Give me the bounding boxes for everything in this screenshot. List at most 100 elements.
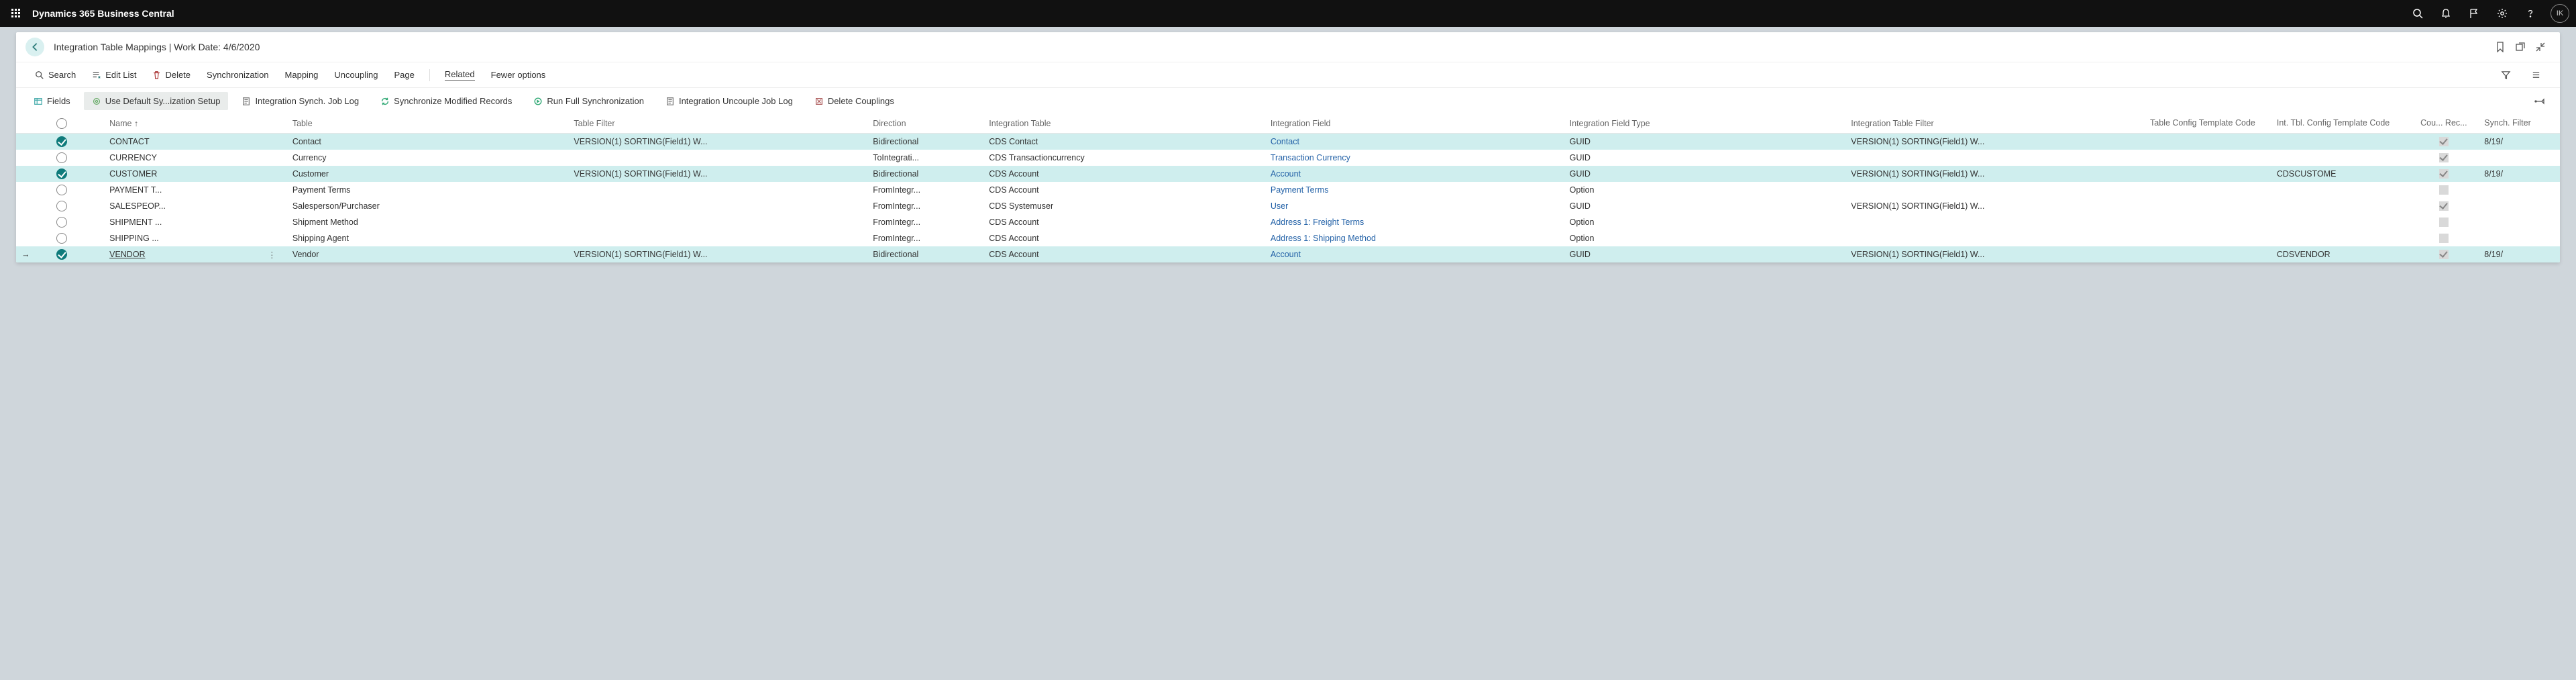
couple-checkbox[interactable] bbox=[2439, 234, 2449, 243]
row-select-checkbox[interactable] bbox=[56, 185, 67, 195]
notifications-icon[interactable] bbox=[2434, 1, 2458, 26]
popout-icon[interactable] bbox=[2510, 37, 2530, 57]
user-avatar[interactable]: IK bbox=[2551, 4, 2569, 23]
list-view-toggle[interactable] bbox=[2524, 67, 2548, 83]
run-full-sync-action[interactable]: Run Full Synchronization bbox=[525, 92, 652, 110]
table-row[interactable]: →VENDOR⋮VendorVERSION(1) SORTING(Field1)… bbox=[16, 246, 2560, 262]
col-name[interactable]: Name ↑ bbox=[104, 114, 262, 134]
cell-name[interactable]: SALESPEOP... bbox=[104, 198, 262, 214]
cell-int_field[interactable]: Address 1: Shipping Method bbox=[1265, 230, 1564, 246]
couple-checkbox[interactable] bbox=[2439, 169, 2449, 179]
table-row[interactable]: SALESPEOP...Salesperson/PurchaserFromInt… bbox=[16, 198, 2560, 214]
row-actions-icon[interactable] bbox=[262, 230, 287, 246]
delete-action[interactable]: Delete bbox=[146, 67, 197, 83]
couple-checkbox[interactable] bbox=[2439, 137, 2449, 146]
pin-ribbon-icon[interactable] bbox=[2529, 94, 2551, 109]
uncouple-log-action[interactable]: Integration Uncouple Job Log bbox=[657, 92, 801, 110]
settings-gear-icon[interactable] bbox=[2490, 1, 2514, 26]
sync-modified-action[interactable]: Synchronize Modified Records bbox=[372, 92, 520, 110]
select-all-checkbox[interactable] bbox=[56, 118, 67, 129]
cell-couple-records[interactable] bbox=[2408, 246, 2479, 262]
row-select-checkbox[interactable] bbox=[56, 152, 67, 163]
row-select-checkbox[interactable] bbox=[56, 249, 67, 260]
cell-couple-records[interactable] bbox=[2408, 230, 2479, 246]
table-row[interactable]: SHIPMENT ...Shipment MethodFromIntegr...… bbox=[16, 214, 2560, 230]
cell-couple-records[interactable] bbox=[2408, 166, 2479, 182]
cell-int_field[interactable]: Transaction Currency bbox=[1265, 150, 1564, 166]
row-select-checkbox[interactable] bbox=[56, 136, 67, 147]
table-row[interactable]: SHIPPING ...Shipping AgentFromIntegr...C… bbox=[16, 230, 2560, 246]
cell-int_field[interactable]: Payment Terms bbox=[1265, 182, 1564, 198]
col-table-filter[interactable]: Table Filter bbox=[568, 114, 867, 134]
synchronization-menu[interactable]: Synchronization bbox=[200, 67, 276, 83]
cell-name[interactable]: SHIPPING ... bbox=[104, 230, 262, 246]
delete-couplings-action[interactable]: Delete Couplings bbox=[806, 92, 902, 110]
col-direction[interactable]: Direction bbox=[867, 114, 983, 134]
row-actions-icon[interactable] bbox=[262, 198, 287, 214]
table-row[interactable]: CUSTOMERCustomerVERSION(1) SORTING(Field… bbox=[16, 166, 2560, 182]
cell-name[interactable]: CONTACT bbox=[104, 134, 262, 150]
row-actions-icon[interactable] bbox=[262, 134, 287, 150]
row-actions-icon[interactable] bbox=[262, 182, 287, 198]
back-button[interactable] bbox=[25, 38, 44, 56]
flag-icon[interactable] bbox=[2462, 1, 2486, 26]
col-tct[interactable]: Table Config Template Code bbox=[2145, 114, 2271, 134]
couple-checkbox[interactable] bbox=[2439, 185, 2449, 195]
table-row[interactable]: CURRENCYCurrencyToIntegrati...CDS Transa… bbox=[16, 150, 2560, 166]
cell-couple-records[interactable] bbox=[2408, 182, 2479, 198]
related-menu[interactable]: Related bbox=[438, 66, 482, 83]
col-cou[interactable]: Cou... Rec... bbox=[2408, 114, 2479, 134]
cell-int_field[interactable]: Account bbox=[1265, 166, 1564, 182]
cell-tct bbox=[2145, 198, 2271, 214]
row-select-checkbox[interactable] bbox=[56, 201, 67, 211]
cell-couple-records[interactable] bbox=[2408, 214, 2479, 230]
row-actions-icon[interactable] bbox=[262, 214, 287, 230]
couple-checkbox[interactable] bbox=[2439, 250, 2449, 259]
cell-couple-records[interactable] bbox=[2408, 134, 2479, 150]
cell-name[interactable]: SHIPMENT ... bbox=[104, 214, 262, 230]
couple-checkbox[interactable] bbox=[2439, 201, 2449, 211]
cell-int_field[interactable]: Contact bbox=[1265, 134, 1564, 150]
col-int-field[interactable]: Integration Field bbox=[1265, 114, 1564, 134]
cell-int_field[interactable]: Account bbox=[1265, 246, 1564, 262]
col-int-field-type[interactable]: Integration Field Type bbox=[1564, 114, 1846, 134]
cell-couple-records[interactable] bbox=[2408, 150, 2479, 166]
help-icon[interactable] bbox=[2518, 1, 2542, 26]
mapping-menu[interactable]: Mapping bbox=[278, 67, 325, 83]
row-actions-icon[interactable] bbox=[262, 166, 287, 182]
cell-name[interactable]: VENDOR bbox=[104, 246, 262, 262]
col-table[interactable]: Table bbox=[287, 114, 569, 134]
col-sf[interactable]: Synch. Filter bbox=[2479, 114, 2560, 134]
collapse-icon[interactable] bbox=[2530, 37, 2551, 57]
cell-name[interactable]: PAYMENT T... bbox=[104, 182, 262, 198]
edit-list-action[interactable]: Edit List bbox=[85, 67, 143, 83]
use-default-setup-action[interactable]: Use Default Sy...ization Setup bbox=[84, 92, 229, 110]
cell-int_field[interactable]: Address 1: Freight Terms bbox=[1265, 214, 1564, 230]
cell-name[interactable]: CURRENCY bbox=[104, 150, 262, 166]
fewer-options-action[interactable]: Fewer options bbox=[484, 67, 553, 83]
bookmark-icon[interactable] bbox=[2490, 37, 2510, 57]
uncoupling-menu[interactable]: Uncoupling bbox=[327, 67, 384, 83]
couple-checkbox[interactable] bbox=[2439, 217, 2449, 227]
row-actions-icon[interactable]: ⋮ bbox=[262, 246, 287, 262]
col-int-table-filter[interactable]: Integration Table Filter bbox=[1845, 114, 2145, 134]
row-select-checkbox[interactable] bbox=[56, 233, 67, 244]
col-int-table[interactable]: Integration Table bbox=[983, 114, 1265, 134]
cell-couple-records[interactable] bbox=[2408, 198, 2479, 214]
couple-checkbox[interactable] bbox=[2439, 153, 2449, 162]
row-select-checkbox[interactable] bbox=[56, 217, 67, 228]
search-icon[interactable] bbox=[2406, 1, 2430, 26]
col-ict[interactable]: Int. Tbl. Config Template Code bbox=[2271, 114, 2409, 134]
page-menu[interactable]: Page bbox=[387, 67, 421, 83]
table-row[interactable]: PAYMENT T...Payment TermsFromIntegr...CD… bbox=[16, 182, 2560, 198]
table-row[interactable]: CONTACTContactVERSION(1) SORTING(Field1)… bbox=[16, 134, 2560, 150]
filter-pane-toggle[interactable] bbox=[2494, 67, 2518, 83]
cell-int_field[interactable]: User bbox=[1265, 198, 1564, 214]
cell-name[interactable]: CUSTOMER bbox=[104, 166, 262, 182]
integration-synch-log-action[interactable]: Integration Synch. Job Log bbox=[233, 92, 367, 110]
row-actions-icon[interactable] bbox=[262, 150, 287, 166]
search-action[interactable]: Search bbox=[28, 67, 83, 83]
fields-action[interactable]: Fields bbox=[25, 92, 78, 110]
app-launcher-icon[interactable] bbox=[7, 4, 25, 23]
row-select-checkbox[interactable] bbox=[56, 168, 67, 179]
